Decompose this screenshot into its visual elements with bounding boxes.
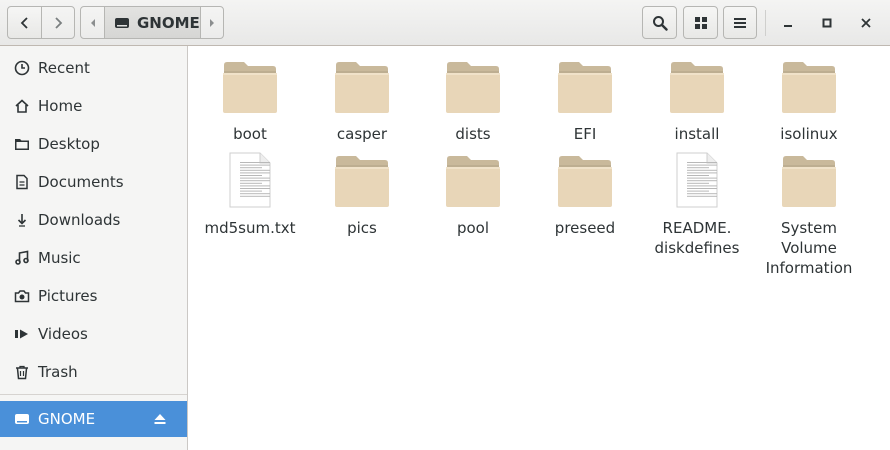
path-scroll-right-button[interactable] — [200, 6, 224, 39]
folder-icon — [334, 152, 390, 208]
folder-icon — [781, 58, 837, 114]
back-button[interactable] — [7, 6, 42, 39]
file-name: boot — [233, 125, 267, 143]
folder-icon — [445, 152, 501, 208]
sidebar-item-label: Pictures — [38, 287, 98, 305]
sidebar-item-label: Videos — [38, 325, 88, 343]
document-icon — [14, 174, 30, 190]
close-icon — [861, 18, 871, 28]
folder-item[interactable]: pics — [312, 152, 412, 238]
folder-item[interactable]: isolinux — [759, 58, 859, 144]
close-button[interactable] — [851, 8, 881, 38]
folder-item[interactable]: EFI — [535, 58, 635, 144]
folder-item[interactable]: boot — [200, 58, 300, 144]
folder-icon — [669, 58, 725, 114]
grid-icon — [694, 16, 707, 29]
file-name: casper — [336, 125, 388, 143]
sidebar-item-recent[interactable]: Recent — [0, 50, 187, 86]
file-name: pics — [347, 219, 377, 237]
chevron-right-icon — [55, 16, 63, 29]
sidebar-item-device-gnome[interactable]: GNOME — [0, 401, 187, 437]
sidebar-item-videos[interactable]: Videos — [0, 316, 187, 352]
folder-icon — [14, 136, 30, 152]
path-crumb-label: GNOME — [137, 13, 200, 32]
forward-button[interactable] — [41, 6, 75, 39]
sidebar-item-trash[interactable]: Trash — [0, 354, 187, 390]
text-file-icon — [222, 152, 278, 208]
folder-item[interactable]: dists — [423, 58, 523, 144]
folder-item[interactable]: casper — [312, 58, 412, 144]
trash-icon — [14, 364, 30, 380]
file-name: dists — [455, 125, 491, 143]
sidebar-item-label: Recent — [38, 59, 90, 77]
minimize-button[interactable] — [773, 8, 803, 38]
file-view: boot casper dists EFI install isolinux md5sum.… — [189, 46, 890, 450]
folder-icon — [557, 152, 613, 208]
sidebar-item-downloads[interactable]: Downloads — [0, 202, 187, 238]
sidebar-item-label: Home — [38, 97, 83, 115]
hamburger-icon — [734, 17, 746, 28]
download-icon — [14, 212, 30, 228]
minimize-icon — [784, 25, 792, 27]
file-name: preseed — [554, 219, 616, 237]
drive-icon — [14, 411, 30, 427]
path-scroll-left-button[interactable] — [80, 6, 105, 39]
sidebar-item-label: Desktop — [38, 135, 100, 153]
home-icon — [14, 98, 30, 114]
file-name: System Volume Information — [765, 219, 853, 277]
sidebar-divider — [0, 394, 187, 395]
file-item[interactable]: md5sum.txt — [200, 152, 300, 238]
folder-icon — [445, 58, 501, 114]
menu-button[interactable] — [723, 6, 757, 39]
sidebar-item-label: Music — [38, 249, 81, 267]
triangle-right-icon — [210, 18, 214, 27]
sidebar-item-music[interactable]: Music — [0, 240, 187, 276]
music-icon — [14, 250, 30, 266]
triangle-left-icon — [90, 18, 95, 27]
folder-item[interactable]: install — [647, 58, 747, 144]
sidebar-item-label: Downloads — [38, 211, 121, 229]
video-icon — [14, 326, 30, 342]
file-item[interactable]: README. diskdefines — [647, 152, 747, 258]
folder-icon — [222, 58, 278, 114]
folder-icon — [781, 152, 837, 208]
folder-item[interactable]: System Volume Information — [759, 152, 859, 278]
folder-icon — [557, 58, 613, 114]
sidebar-item-home[interactable]: Home — [0, 88, 187, 124]
maximize-button[interactable] — [812, 8, 842, 38]
header-bar: GNOME — [0, 0, 890, 46]
sidebar-item-documents[interactable]: Documents — [0, 164, 187, 200]
text-file-icon — [669, 152, 725, 208]
file-name: README. diskdefines — [654, 219, 740, 257]
folder-icon — [334, 58, 390, 114]
drive-icon — [115, 17, 129, 28]
path-crumb-gnome[interactable]: GNOME — [104, 6, 201, 39]
sidebar-item-desktop[interactable]: Desktop — [0, 126, 187, 162]
sidebar: Recent Home Desktop Documents Downloads … — [0, 46, 188, 450]
search-icon — [652, 15, 668, 31]
camera-icon — [14, 288, 30, 304]
header-separator — [765, 10, 766, 36]
clock-icon — [14, 60, 30, 76]
file-name: install — [674, 125, 720, 143]
sidebar-item-label: GNOME — [38, 410, 96, 428]
file-name: isolinux — [780, 125, 838, 143]
file-name: md5sum.txt — [204, 219, 296, 237]
sidebar-item-label: Documents — [38, 173, 124, 191]
sidebar-item-pictures[interactable]: Pictures — [0, 278, 187, 314]
file-name: pool — [456, 219, 490, 237]
folder-item[interactable]: pool — [423, 152, 523, 238]
file-name: EFI — [573, 125, 597, 143]
eject-icon[interactable] — [153, 411, 167, 430]
view-toggle-button[interactable] — [683, 6, 718, 39]
search-button[interactable] — [642, 6, 677, 39]
sidebar-item-label: Trash — [38, 363, 78, 381]
folder-item[interactable]: preseed — [535, 152, 635, 238]
maximize-icon — [822, 18, 832, 28]
chevron-left-icon — [20, 16, 28, 29]
